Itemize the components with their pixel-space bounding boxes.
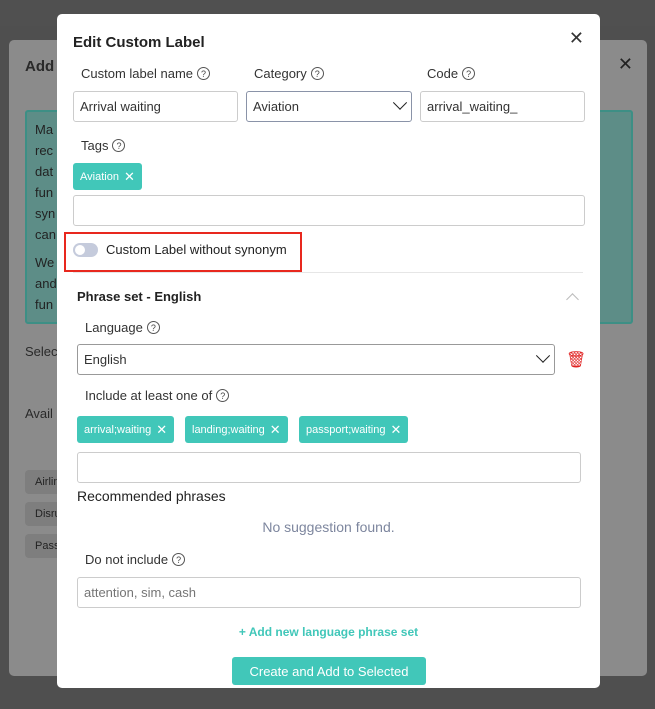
bg-text: can bbox=[35, 227, 56, 242]
remove-tag-icon[interactable]: ✕ bbox=[124, 169, 135, 185]
remove-tag-icon[interactable]: ✕ bbox=[391, 422, 402, 438]
chevron-down-icon bbox=[535, 348, 551, 363]
divider bbox=[73, 272, 583, 273]
remove-tag-icon[interactable]: ✕ bbox=[156, 422, 167, 438]
remove-tag-icon[interactable]: ✕ bbox=[270, 422, 281, 438]
modal-title: Edit Custom Label bbox=[73, 34, 205, 51]
code-input[interactable]: arrival_waiting_ bbox=[420, 91, 585, 122]
language-select[interactable]: English bbox=[77, 344, 555, 375]
help-icon[interactable]: ? bbox=[146, 321, 160, 334]
language-value: English bbox=[84, 352, 127, 367]
synonym-toggle[interactable] bbox=[73, 242, 98, 257]
bg-text: fun bbox=[35, 185, 54, 200]
tag-text: landing;waiting bbox=[192, 423, 265, 436]
tag-text: Aviation bbox=[80, 170, 119, 183]
language-label: Language? bbox=[85, 320, 160, 335]
bg-text: Ma bbox=[35, 122, 54, 137]
chevron-down-icon bbox=[392, 95, 408, 110]
include-tag: arrival;waiting ✕ bbox=[77, 416, 175, 443]
label-text: Tags bbox=[81, 138, 109, 153]
include-label: Include at least one of? bbox=[85, 388, 230, 403]
include-tag: landing;waiting ✕ bbox=[185, 416, 288, 443]
bg-text: dat bbox=[35, 164, 54, 179]
tag-text: arrival;waiting bbox=[84, 423, 152, 436]
trash-icon[interactable]: 🗑︎ bbox=[566, 350, 586, 370]
help-icon[interactable]: ? bbox=[462, 67, 476, 80]
name-input[interactable]: Arrival waiting bbox=[73, 91, 238, 122]
category-label: Category? bbox=[254, 66, 324, 81]
edit-custom-label-modal: Edit Custom Label ✕ Custom label name? C… bbox=[57, 14, 600, 688]
exclude-label: Do not include? bbox=[85, 552, 186, 567]
recommended-label: Recommended phrases bbox=[77, 488, 226, 504]
no-suggestion-text: No suggestion found. bbox=[262, 519, 395, 535]
phrase-set-title: Phrase set - English bbox=[77, 289, 202, 304]
category-select[interactable]: Aviation bbox=[246, 91, 412, 122]
chevron-up-icon[interactable] bbox=[566, 293, 579, 306]
include-tag: passport;waiting ✕ bbox=[299, 416, 409, 443]
help-icon[interactable]: ? bbox=[216, 389, 230, 402]
help-icon[interactable]: ? bbox=[112, 139, 126, 152]
include-input[interactable] bbox=[77, 452, 581, 483]
help-icon[interactable]: ? bbox=[310, 67, 324, 80]
bg-text: fun bbox=[35, 297, 54, 312]
bg-text: We bbox=[35, 255, 55, 270]
exclude-input[interactable] bbox=[77, 577, 581, 608]
create-add-button[interactable]: Create and Add to Selected bbox=[232, 657, 426, 685]
label-text: Do not include bbox=[85, 552, 169, 567]
category-value: Aviation bbox=[253, 99, 300, 114]
bg-text: rec bbox=[35, 143, 54, 158]
bg-text: syn bbox=[35, 206, 56, 221]
tag-chip: Aviation ✕ bbox=[73, 163, 142, 190]
bg-text: and bbox=[35, 276, 57, 291]
bg-title: Add bbox=[25, 58, 55, 75]
label-text: Code bbox=[427, 66, 459, 81]
label-text: Language bbox=[85, 320, 143, 335]
bg-select-label: Selec bbox=[25, 344, 58, 359]
bg-close-icon[interactable]: ✕ bbox=[618, 54, 633, 75]
label-text: Category bbox=[254, 66, 307, 81]
bg-available-label: Avail bbox=[25, 406, 53, 421]
help-icon[interactable]: ? bbox=[197, 67, 210, 80]
toggle-label: Custom Label without synonym bbox=[106, 242, 287, 257]
close-icon[interactable]: ✕ bbox=[569, 28, 584, 49]
tags-input[interactable] bbox=[73, 195, 585, 226]
label-text: Custom label name bbox=[81, 66, 193, 81]
name-label: Custom label name? bbox=[81, 66, 210, 81]
tags-label: Tags? bbox=[81, 138, 126, 153]
tag-text: passport;waiting bbox=[306, 423, 386, 436]
help-icon[interactable]: ? bbox=[172, 553, 186, 566]
code-label: Code? bbox=[427, 66, 476, 81]
label-text: Include at least one of bbox=[85, 388, 213, 403]
synonym-toggle-row: Custom Label without synonym bbox=[73, 242, 287, 257]
add-language-link[interactable]: + Add new language phrase set bbox=[57, 625, 600, 639]
